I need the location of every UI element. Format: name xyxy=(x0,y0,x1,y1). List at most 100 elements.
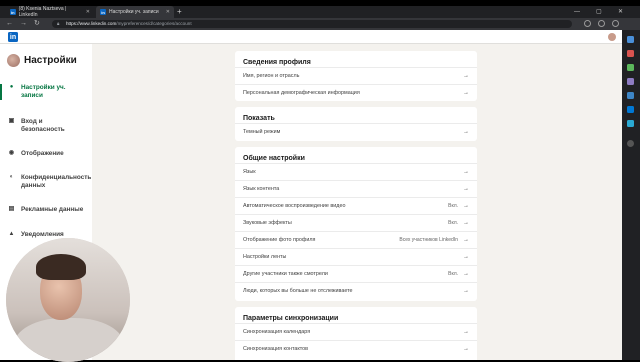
row-value: Вкл. xyxy=(448,271,458,277)
games-icon[interactable] xyxy=(627,78,634,85)
url-host: https://www.linkedin.com xyxy=(66,21,117,26)
search-icon[interactable] xyxy=(627,36,634,43)
section-sync: Параметры синхронизации Синхронизация ка… xyxy=(235,307,477,360)
arrow-right-icon: → xyxy=(463,186,469,192)
ad-icon: ▤ xyxy=(8,206,15,213)
arrow-right-icon: → xyxy=(463,73,469,79)
avatar[interactable] xyxy=(608,33,616,41)
arrow-right-icon: → xyxy=(463,346,469,352)
sidebar-item-privacy[interactable]: ◐ Конфиденциальность данных xyxy=(0,174,92,189)
row-label: Отображение фото профиля xyxy=(243,237,316,243)
row-label: Персональная демографическая информация xyxy=(243,90,360,96)
settings-row[interactable]: Темный режим → xyxy=(235,123,477,140)
arrow-right-icon: → xyxy=(463,220,469,226)
arrow-right-icon: → xyxy=(463,90,469,96)
office-icon[interactable] xyxy=(627,92,634,99)
sidebar-item-label: Конфиденциальность данных xyxy=(21,174,92,189)
lock-icon: 🔒︎ xyxy=(57,21,60,26)
extensions-icon[interactable] xyxy=(584,20,591,27)
row-label: Темный режим xyxy=(243,129,281,135)
shield-icon: ◐ xyxy=(9,174,14,181)
row-label: Люди, которых вы больше не отслеживаете xyxy=(243,288,353,294)
settings-row[interactable]: Автоматическое воспроизведение видео Вкл… xyxy=(235,197,477,214)
arrow-right-icon: → xyxy=(463,203,469,209)
row-value: Вкл. xyxy=(448,220,458,226)
section-title: Общие настройки xyxy=(243,155,305,162)
minimize-icon[interactable]: — xyxy=(574,7,580,17)
row-label: Язык xyxy=(243,169,256,175)
settings-row[interactable]: Настройки ленты → xyxy=(235,248,477,265)
section-profile-info: Сведения профиля Имя, регион и отрасль →… xyxy=(235,51,477,101)
avatar xyxy=(7,54,20,67)
linkedin-logo-icon[interactable]: in xyxy=(8,32,18,42)
section-title: Сведения профиля xyxy=(243,59,311,66)
webcam-person-hair xyxy=(36,254,86,280)
row-label: Другие участники также смотрели xyxy=(243,271,328,277)
address-bar-row: ← → ↻ 🔒︎ https://www.linkedin.com/mypref… xyxy=(0,18,640,30)
arrow-right-icon: → xyxy=(463,169,469,175)
sidebar-header: Настройки xyxy=(7,54,77,67)
profile-icon[interactable] xyxy=(612,20,619,27)
settings-row[interactable]: Звуковые эффекты Вкл. → xyxy=(235,214,477,231)
new-tab-button[interactable]: + xyxy=(177,7,182,17)
settings-row[interactable]: Люди, которых вы больше не отслеживаете … xyxy=(235,282,477,299)
row-label: Синхронизация календаря xyxy=(243,329,311,335)
row-value: Всех участников LinkedIn xyxy=(399,237,458,243)
arrow-right-icon: → xyxy=(463,129,469,135)
settings-row[interactable]: Другие участники также смотрели Вкл. → xyxy=(235,265,477,282)
row-label: Язык контента xyxy=(243,186,280,192)
outlook-icon[interactable] xyxy=(627,106,634,113)
linkedin-favicon-icon: in xyxy=(10,9,16,15)
favorites-icon[interactable] xyxy=(598,20,605,27)
close-window-icon[interactable]: ✕ xyxy=(618,7,623,17)
lock-icon: ▣ xyxy=(8,118,15,125)
maximize-icon[interactable]: ▢ xyxy=(596,7,602,17)
arrow-right-icon: → xyxy=(463,329,469,335)
webcam-overlay xyxy=(6,238,130,362)
reload-icon[interactable]: ↻ xyxy=(34,19,40,29)
close-tab-icon[interactable]: ✕ xyxy=(86,9,90,15)
sidebar-item-label: Отображение xyxy=(21,150,64,157)
shopping-icon[interactable] xyxy=(627,50,634,57)
eye-icon: ◉ xyxy=(8,150,15,157)
row-label: Имя, регион и отрасль xyxy=(243,73,300,79)
arrow-right-icon: → xyxy=(463,271,469,277)
screen: in (8) Ksenia Naztseva | LinkedIn ✕ in Н… xyxy=(0,0,640,362)
forward-icon[interactable]: → xyxy=(20,19,27,29)
settings-row[interactable]: Синхронизация календаря → xyxy=(235,323,477,340)
row-value: Вкл. xyxy=(448,203,458,209)
section-display: Показать Темный режим → xyxy=(235,107,477,141)
settings-row[interactable]: Персональная демографическая информация … xyxy=(235,84,477,101)
settings-row[interactable]: Отображение фото профиля Всех участников… xyxy=(235,231,477,248)
settings-row[interactable]: Язык контента → xyxy=(235,180,477,197)
linkedin-favicon-icon: in xyxy=(100,9,106,15)
settings-row[interactable]: Язык → xyxy=(235,163,477,180)
sidebar-item-ads[interactable]: ▤ Рекламные данные xyxy=(0,206,92,214)
sidebar-item-account[interactable]: ● Настройки уч. записи xyxy=(0,84,92,100)
settings-row[interactable]: Имя, регион и отрасль → xyxy=(235,67,477,84)
drop-icon[interactable] xyxy=(627,120,634,127)
back-icon[interactable]: ← xyxy=(6,19,13,29)
browser-sidebar xyxy=(622,30,640,360)
tab-bar: in (8) Ksenia Naztseva | LinkedIn ✕ in Н… xyxy=(0,6,640,18)
url-path: /mypreferences/d/categories/account xyxy=(116,21,192,26)
tab-account-settings[interactable]: in Настройки уч. записи ✕ xyxy=(96,6,174,18)
close-tab-icon[interactable]: ✕ xyxy=(166,9,170,15)
person-icon: ● xyxy=(9,84,14,91)
tab-linkedin-profile[interactable]: in (8) Ksenia Naztseva | LinkedIn ✕ xyxy=(6,6,94,18)
tools-icon[interactable] xyxy=(627,64,634,71)
settings-row[interactable]: Синхронизация контактов → xyxy=(235,340,477,357)
sidebar-item-label: Рекламные данные xyxy=(21,206,84,213)
arrow-right-icon: → xyxy=(463,288,469,294)
section-title: Показать xyxy=(243,115,275,122)
row-label: Автоматическое воспроизведение видео xyxy=(243,203,346,209)
arrow-right-icon: → xyxy=(463,254,469,260)
arrow-right-icon: → xyxy=(463,237,469,243)
url-field[interactable]: 🔒︎ https://www.linkedin.com/mypreference… xyxy=(52,20,572,28)
sidebar-item-visibility[interactable]: ◉ Отображение xyxy=(0,150,92,158)
top-nav: in xyxy=(0,30,622,44)
sidebar-item-security[interactable]: ▣ Вход и безопасность xyxy=(0,118,92,133)
row-label: Синхронизация контактов xyxy=(243,346,309,352)
add-icon[interactable] xyxy=(627,140,634,147)
tab-label: Настройки уч. записи xyxy=(109,9,159,15)
